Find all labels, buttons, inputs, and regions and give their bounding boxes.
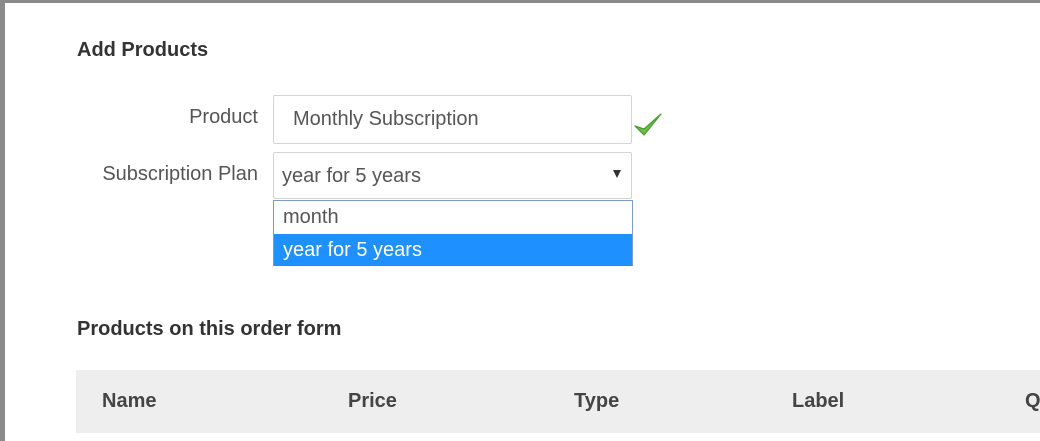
dropdown-arrow-icon[interactable] xyxy=(613,170,621,178)
order-form-panel: Add Products Product Subscription Plan y… xyxy=(0,0,1040,441)
subscription-plan-select[interactable]: year for 5 years xyxy=(273,152,632,199)
check-icon xyxy=(634,113,662,136)
products-on-order-form-heading: Products on this order form xyxy=(77,318,342,340)
column-header-price[interactable]: Price xyxy=(348,370,397,433)
dropdown-option-month[interactable]: month xyxy=(274,201,632,233)
column-header-label[interactable]: Label xyxy=(792,370,844,433)
subscription-plan-label: Subscription Plan xyxy=(102,163,258,185)
column-header-type[interactable]: Type xyxy=(574,370,619,433)
column-header-name[interactable]: Name xyxy=(102,370,156,433)
products-table-header: Name Price Type Label Q xyxy=(76,370,1040,433)
column-header-quantity[interactable]: Q xyxy=(1025,370,1040,433)
subscription-plan-dropdown: month year for 5 years xyxy=(273,200,633,266)
dropdown-option-year-for-5-years[interactable]: year for 5 years xyxy=(274,234,632,266)
subscription-plan-selected-value: year for 5 years xyxy=(282,165,421,187)
product-label: Product xyxy=(189,106,258,128)
product-input[interactable] xyxy=(273,95,632,144)
add-products-heading: Add Products xyxy=(77,39,209,61)
